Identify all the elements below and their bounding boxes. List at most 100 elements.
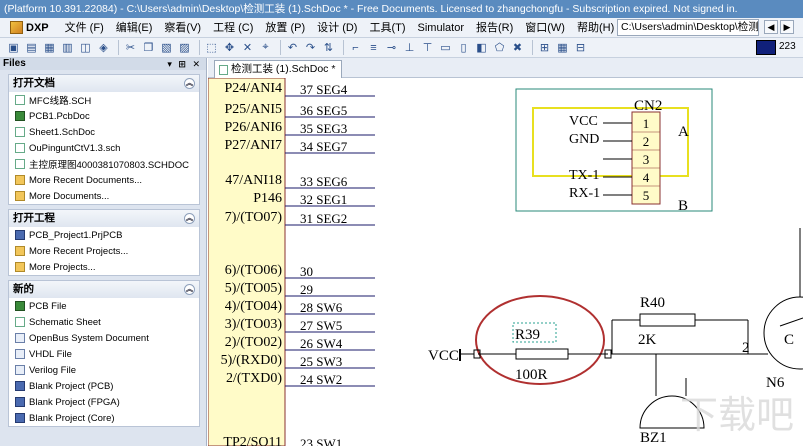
ic-pin-label: 6)/(TO06) (225, 263, 283, 278)
menu-edit[interactable]: 编辑(E) (110, 18, 159, 37)
transistor-ref: N6 (766, 375, 785, 391)
collapse-icon[interactable]: ︽ (184, 213, 195, 224)
menu-simulator[interactable]: Simulator (412, 18, 470, 37)
rubber-stamp-icon[interactable]: ▨ (177, 40, 192, 55)
list-item[interactable]: MFC线路.SCH (9, 92, 199, 108)
filter-icon[interactable]: ⊟ (573, 40, 588, 55)
back-icon[interactable]: ◀ (764, 20, 778, 34)
part-icon[interactable]: ▭ (438, 40, 453, 55)
no-erc-icon[interactable]: ✖ (510, 40, 525, 55)
connector-pin-number: 4 (643, 170, 650, 185)
collapse-icon[interactable]: ︽ (184, 78, 195, 89)
dxp-menu[interactable]: DXP (6, 20, 53, 36)
deselect-icon[interactable]: ✕ (240, 40, 255, 55)
list-item[interactable]: Blank Project (PCB) (9, 378, 199, 394)
select-area-icon[interactable]: ⬚ (204, 40, 219, 55)
list-item[interactable]: PCB File (9, 298, 199, 314)
tab-schematic-document[interactable]: 检测工装 (1).SchDoc * (214, 60, 343, 78)
buzzer-ref: BZ1 (640, 430, 667, 446)
r40-body[interactable] (639, 313, 696, 327)
panel-controls[interactable]: ▾ ⊞ ✕ (167, 58, 202, 70)
list-item[interactable]: Verilog File (9, 362, 199, 378)
sheet-symbol-icon[interactable]: ▯ (456, 40, 471, 55)
pin-net-label: 25 SW3 (300, 354, 342, 369)
collapse-icon[interactable]: ︽ (184, 284, 195, 295)
ic-pin-label: 2)/(TO02) (225, 335, 283, 350)
open-icon[interactable]: ▣ (6, 40, 21, 55)
pin-net-label: 28 SW6 (300, 300, 343, 315)
menu-place[interactable]: 放置 (P) (259, 18, 311, 37)
panel-header: Files ▾ ⊞ ✕ (0, 58, 206, 70)
list-item[interactable]: 主控原理图4000381070803.SCHDOC (9, 156, 199, 172)
list-item[interactable]: OuPinguntCtV1.3.sch (9, 140, 199, 156)
power-port-icon[interactable]: ⊥ (402, 40, 417, 55)
save-icon[interactable]: ▤ (24, 40, 39, 55)
list-item-label: More Recent Projects... (29, 245, 129, 257)
color-swatch[interactable] (756, 40, 776, 55)
list-item[interactable]: PCB1.PcbDoc (9, 108, 199, 124)
redo-icon[interactable]: ↷ (303, 40, 318, 55)
bus-icon[interactable]: ≡ (366, 40, 381, 55)
schematic-canvas[interactable]: P24/ANI4 P25/ANI5 P26/ANI6 P27/ANI7 47/ANI18… (208, 78, 803, 446)
menu-reports[interactable]: 报告(R) (470, 18, 519, 37)
move-icon[interactable]: ✥ (222, 40, 237, 55)
paste-icon[interactable]: ▧ (159, 40, 174, 55)
connector-pin-number: 2 (643, 134, 650, 149)
document-path-field[interactable]: C:\Users\admin\Desktop\检测工 (617, 19, 759, 36)
browse-icon[interactable]: ◫ (78, 40, 93, 55)
ic-pin-label: P146 (253, 191, 282, 206)
cross-probe-icon[interactable]: ⌖ (258, 40, 273, 55)
ic-pin-label: P27/ANI7 (224, 138, 282, 153)
forward-icon[interactable]: ▶ (780, 20, 794, 34)
hierarchy-icon[interactable]: ⇅ (321, 40, 336, 55)
folder-icon (15, 246, 25, 256)
list-item-label: Schematic Sheet (29, 316, 101, 328)
menu-tools[interactable]: 工具(T) (363, 18, 411, 37)
list-item[interactable]: Blank Project (FPGA) (9, 394, 199, 410)
section-title[interactable]: 新的 ︽ (9, 281, 199, 298)
list-item[interactable]: PCB_Project1.PrjPCB (9, 227, 199, 243)
list-item-label: OpenBus System Document (29, 332, 149, 344)
sheet-entry-icon[interactable]: ◧ (474, 40, 489, 55)
menu-window[interactable]: 窗口(W) (519, 18, 571, 37)
schematic-drawing[interactable]: P24/ANI4 P25/ANI5 P26/ANI6 P27/ANI7 47/ANI18… (208, 78, 803, 446)
list-item[interactable]: Schematic Sheet (9, 314, 199, 330)
menu-project[interactable]: 工程 (C) (207, 18, 259, 37)
zoom-icon[interactable]: ◈ (96, 40, 111, 55)
section-title[interactable]: 打开文档 ︽ (9, 75, 199, 92)
list-item[interactable]: More Projects... (9, 259, 199, 275)
r39-body[interactable] (515, 348, 569, 360)
net-label-icon[interactable]: ⊸ (384, 40, 399, 55)
r39-ref: R39 (515, 327, 540, 343)
connector-label-b: B (678, 198, 688, 214)
list-item[interactable]: More Documents... (9, 188, 199, 204)
document-icon (15, 349, 25, 359)
menu-view[interactable]: 察看(V) (158, 18, 207, 37)
list-item[interactable]: OpenBus System Document (9, 330, 199, 346)
ic-pin-label: 5)/(RXD0) (221, 353, 283, 368)
wire-icon[interactable]: ⌐ (348, 40, 363, 55)
align-icon[interactable]: ⊞ (537, 40, 552, 55)
list-item[interactable]: Sheet1.SchDoc (9, 124, 199, 140)
list-item[interactable]: Blank Project (Core) (9, 410, 199, 426)
list-item-label: PCB1.PcbDoc (29, 110, 90, 122)
menu-design[interactable]: 设计 (D) (311, 18, 363, 37)
list-item[interactable]: More Recent Projects... (9, 243, 199, 259)
print-icon[interactable]: ▦ (42, 40, 57, 55)
pin-net-label: 37 SEG4 (300, 82, 348, 97)
zoom-level: 223 (779, 41, 796, 52)
vcc-port-icon[interactable]: ⊤ (420, 40, 435, 55)
section-title[interactable]: 打开工程 ︽ (9, 210, 199, 227)
undo-icon[interactable]: ↶ (285, 40, 300, 55)
tab-label: 检测工装 (1).SchDoc * (231, 63, 336, 75)
menu-file[interactable]: 文件 (F) (59, 18, 110, 37)
connector-ref: CN2 (634, 98, 662, 114)
list-item[interactable]: VHDL File (9, 346, 199, 362)
copy-icon[interactable]: ❐ (141, 40, 156, 55)
cut-icon[interactable]: ✂ (123, 40, 138, 55)
list-item[interactable]: More Recent Documents... (9, 172, 199, 188)
grid-icon[interactable]: ▦ (555, 40, 570, 55)
menu-help[interactable]: 帮助(H) (571, 18, 620, 37)
port-icon[interactable]: ⬠ (492, 40, 507, 55)
preview-icon[interactable]: ▥ (60, 40, 75, 55)
